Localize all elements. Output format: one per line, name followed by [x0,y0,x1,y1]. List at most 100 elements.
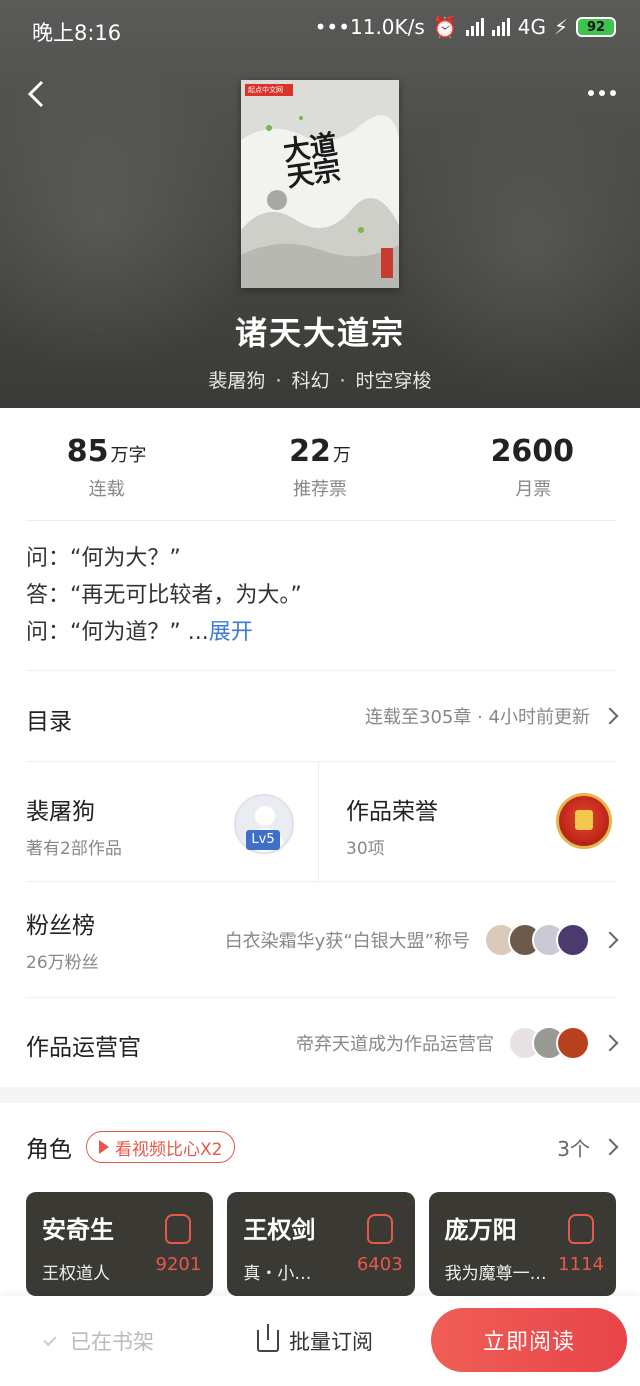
section-gap [0,1087,640,1103]
operator-avatars [502,1025,590,1060]
battery-icon: 92 [576,17,616,37]
publisher-mark: 起点中文网 [245,84,293,96]
level-badge: Lv5 [246,830,280,850]
role-hearts: 9201 [155,1254,202,1275]
stat-label: 月票 [515,479,552,500]
in-shelf-button[interactable]: 已在书架 [43,1326,154,1356]
video-heart-badge[interactable]: 看视频比心X2 [86,1131,236,1163]
role-card[interactable]: 安奇生 王权道人 9201 [26,1192,214,1296]
role-hearts: 1114 [558,1254,604,1275]
role-hearts: 6403 [356,1254,403,1275]
operator-news: 帝弃天道成为作品运营官 [296,1033,494,1055]
stat-num: 22 [289,434,331,469]
role-desc: 王权道人 [42,1264,110,1284]
toc-info: 连载至305章 · 4小时前更新 [365,707,590,728]
more-options-button[interactable] [582,78,622,108]
fans-right: 白衣染霜华y获“白银大盟”称号 [224,882,619,997]
intro-line-last: 问：“何为道？” ...展开 [26,614,616,651]
toc-title: 目录 [26,709,72,735]
heart-hand-icon[interactable] [165,1214,192,1244]
honor-medal-icon [556,793,612,849]
chevron-right-icon [601,931,619,948]
book-cover[interactable]: 起点中文网 大道天宗 [241,80,399,288]
heart-hand-icon[interactable] [567,1214,594,1244]
network-type: 4G [517,15,546,39]
video-badge-label: 看视频比心X2 [115,1139,223,1160]
stat-num: 85 [66,434,109,469]
role-cards: 安奇生 王权道人 9201 王权剑 真・小… 6403 庞万阳 我为魔尊一… 1… [26,1192,616,1296]
intro-ellipsis: ... [180,620,209,645]
meta-dot: · [339,370,346,392]
meta-dot: · [275,370,282,392]
roles-title: 角色 [26,1137,72,1163]
intro-line: 答：“再无可比较者，为大。” [26,583,302,608]
status-bar: 晚上8:16 •••11.0K/s ⏰ 4G ⚡ 92 [0,0,640,60]
operator-title: 作品运营官 [26,1035,141,1061]
chevron-right-icon [601,1138,619,1156]
vertical-divider [318,762,319,882]
cover-title: 大道天宗 [281,129,343,194]
status-time: 晚上8:16 [32,21,122,45]
book-meta: 裴屠狗 · 科幻 · 时空穿梭 [0,366,640,393]
bottom-action-bar: 已在书架 批量订阅 立即阅读 [0,1296,640,1386]
intro-line: 问：“何为道？” [26,620,181,645]
book-title: 诸天大道宗 [234,314,405,352]
role-desc: 我为魔尊一… [444,1264,547,1284]
chevron-right-icon [601,1034,619,1051]
operator-row[interactable]: 作品运营官 帝弃天道成为作品运营官 [26,998,619,1087]
batch-subscribe-label: 批量订阅 [289,1330,373,1354]
stat-recommend[interactable]: 22 万 推荐票 [213,408,426,520]
fans-avatars [478,922,590,957]
more-dot-icon [599,90,605,96]
signal-hd-icon [491,18,510,36]
stat-monthly[interactable]: 2600 月票 [427,408,640,520]
back-button[interactable] [18,72,54,116]
charging-icon: ⚡ [553,15,568,39]
role-card[interactable]: 王权剑 真・小… 6403 [227,1192,415,1296]
read-now-button[interactable]: 立即阅读 [431,1308,627,1372]
meta-category[interactable]: 科幻 [291,370,329,392]
cover-seal [381,248,393,278]
more-dot-icon [588,90,594,96]
roles-title-wrap: 角色 看视频比心X2 [26,1130,236,1164]
stat-label: 推荐票 [292,479,347,500]
book-intro[interactable]: 问：“何为大？” 答：“再无可比较者，为大。” 问：“何为道？” ...展开 [26,540,616,651]
net-speed: •••11.0K/s [314,15,425,39]
alarm-icon: ⏰ [432,15,458,39]
meta-author[interactable]: 裴屠狗 [208,370,265,392]
expand-link[interactable]: 展开 [209,620,253,645]
chevron-right-icon [601,707,619,725]
roles-count-wrap: 3个 [557,1112,619,1182]
operator-right: 帝弃天道成为作品运营官 [296,998,619,1087]
check-icon [43,1332,57,1346]
divider [26,520,616,521]
stat-words: 85 万字 连载 [0,408,213,520]
stat-num: 2600 [490,434,575,469]
meta-subcategory[interactable]: 时空穿梭 [356,370,432,392]
fans-news: 白衣染霜华y获“白银大盟”称号 [224,930,470,952]
book-header: 晚上8:16 •••11.0K/s ⏰ 4G ⚡ 92 起点中文网 大道天宗 诸… [0,0,640,408]
book-stats: 85 万字 连载 22 万 推荐票 2600 月票 [0,408,640,520]
avatar-head [255,806,275,826]
in-shelf-label: 已在书架 [70,1330,154,1354]
stat-unit: 万字 [110,445,147,466]
fan-avatar [556,922,590,957]
role-card[interactable]: 庞万阳 我为魔尊一… 1114 [428,1192,616,1296]
download-icon [257,1324,279,1352]
stat-label: 连载 [88,479,125,500]
toc-info-wrap: 连载至305章 · 4小时前更新 [365,671,619,761]
fans-row[interactable]: 粉丝榜 26万粉丝 白衣染霜华y获“白银大盟”称号 [26,882,619,997]
heart-hand-icon[interactable] [366,1214,393,1244]
play-icon [99,1140,109,1154]
batch-subscribe-button[interactable]: 批量订阅 [257,1324,373,1356]
status-indicators: •••11.0K/s ⏰ 4G ⚡ 92 [315,15,616,39]
chevron-left-icon [27,80,44,108]
intro-line: 问：“何为大？” [26,546,181,571]
roles-count: 3个 [557,1136,590,1161]
stat-unit: 万 [332,445,351,466]
roles-header[interactable]: 角色 看视频比心X2 3个 [26,1112,619,1182]
role-desc: 真・小… [243,1264,312,1284]
signal-icon [465,18,484,36]
toc-row[interactable]: 目录 连载至305章 · 4小时前更新 [26,671,619,761]
more-dot-icon [610,90,616,96]
